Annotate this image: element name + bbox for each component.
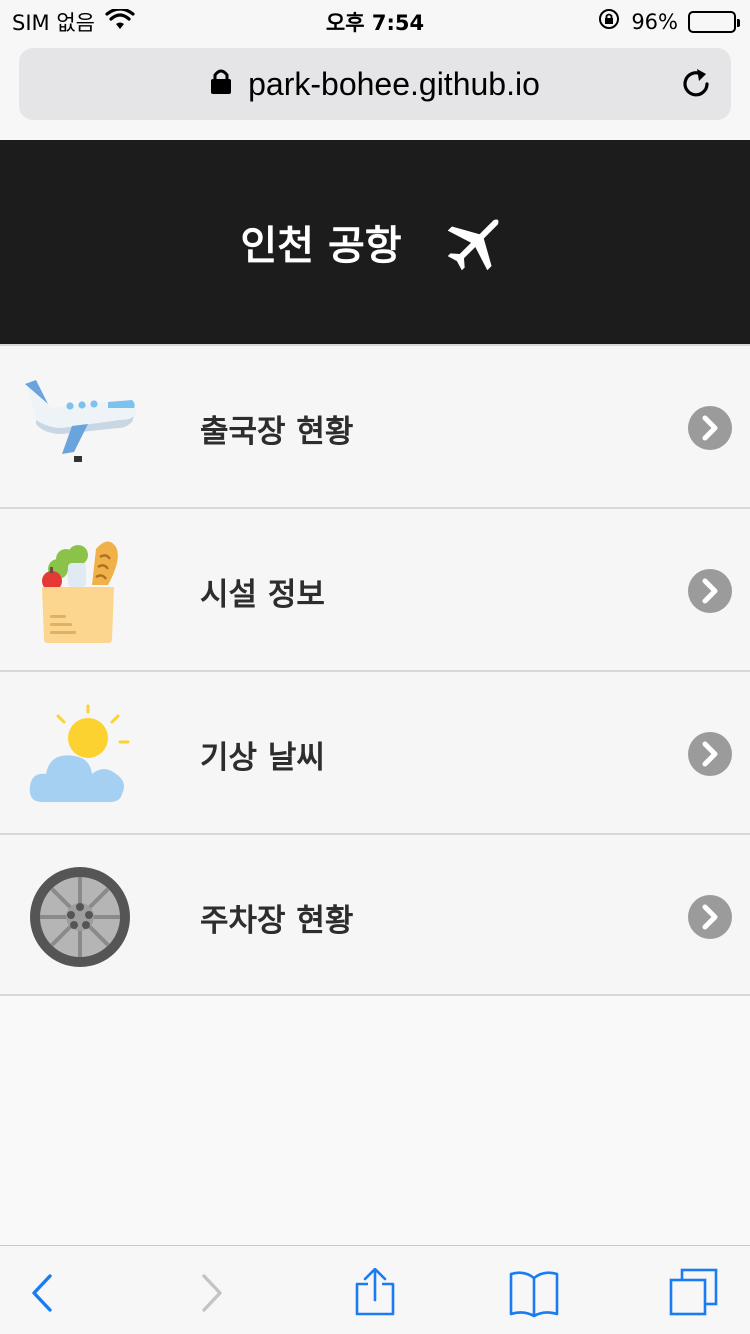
menu-list: 출국장 현황 시설 정보 기상 날씨 주차장 현황 bbox=[0, 344, 750, 996]
menu-item-parking[interactable]: 주차장 현황 bbox=[0, 833, 750, 996]
address-bar[interactable]: park-bohee.github.io bbox=[19, 48, 731, 120]
airplane-icon bbox=[442, 208, 510, 276]
forward-icon[interactable] bbox=[186, 1268, 236, 1318]
battery-icon bbox=[688, 10, 740, 33]
menu-item-departures[interactable]: 출국장 현황 bbox=[0, 344, 750, 507]
menu-item-label: 기상 날씨 bbox=[200, 740, 325, 776]
orientation-lock-icon bbox=[597, 7, 621, 36]
share-icon[interactable] bbox=[350, 1267, 400, 1318]
menu-item-facilities[interactable]: 시설 정보 bbox=[0, 507, 750, 670]
bookmarks-icon[interactable] bbox=[508, 1268, 559, 1318]
menu-item-label: 시설 정보 bbox=[200, 577, 325, 613]
reload-icon[interactable] bbox=[679, 66, 715, 102]
menu-item-label: 주차장 현황 bbox=[200, 903, 354, 939]
car-wheel-icon bbox=[22, 865, 138, 969]
menu-item-label: 출국장 현황 bbox=[200, 414, 354, 450]
url-text: park-bohee.github.io bbox=[248, 65, 540, 102]
grocery-bag-icon bbox=[22, 539, 138, 643]
chevron-right-icon[interactable] bbox=[688, 569, 732, 613]
app-header: 인천 공항 bbox=[0, 140, 750, 344]
chevron-right-icon[interactable] bbox=[688, 732, 732, 776]
browser-address-area: park-bohee.github.io bbox=[0, 40, 750, 140]
page-title: 인천 공항 bbox=[240, 223, 402, 269]
sun-cloud-icon bbox=[22, 702, 138, 806]
status-bar: SIM 없음 오후 7:54 96% bbox=[0, 0, 750, 40]
menu-item-weather[interactable]: 기상 날씨 bbox=[0, 670, 750, 833]
screen: SIM 없음 오후 7:54 96% park-bohee.github.io … bbox=[0, 0, 750, 1334]
back-icon[interactable] bbox=[18, 1268, 68, 1318]
browser-toolbar bbox=[0, 1245, 750, 1334]
battery-percent: 96% bbox=[631, 9, 678, 34]
lock-icon bbox=[210, 66, 232, 103]
departing-plane-icon bbox=[22, 376, 138, 480]
status-right: 96% bbox=[597, 7, 740, 36]
chevron-right-icon[interactable] bbox=[688, 895, 732, 939]
chevron-right-icon[interactable] bbox=[688, 406, 732, 450]
url-content: park-bohee.github.io bbox=[19, 48, 731, 120]
tabs-icon[interactable] bbox=[668, 1268, 718, 1318]
